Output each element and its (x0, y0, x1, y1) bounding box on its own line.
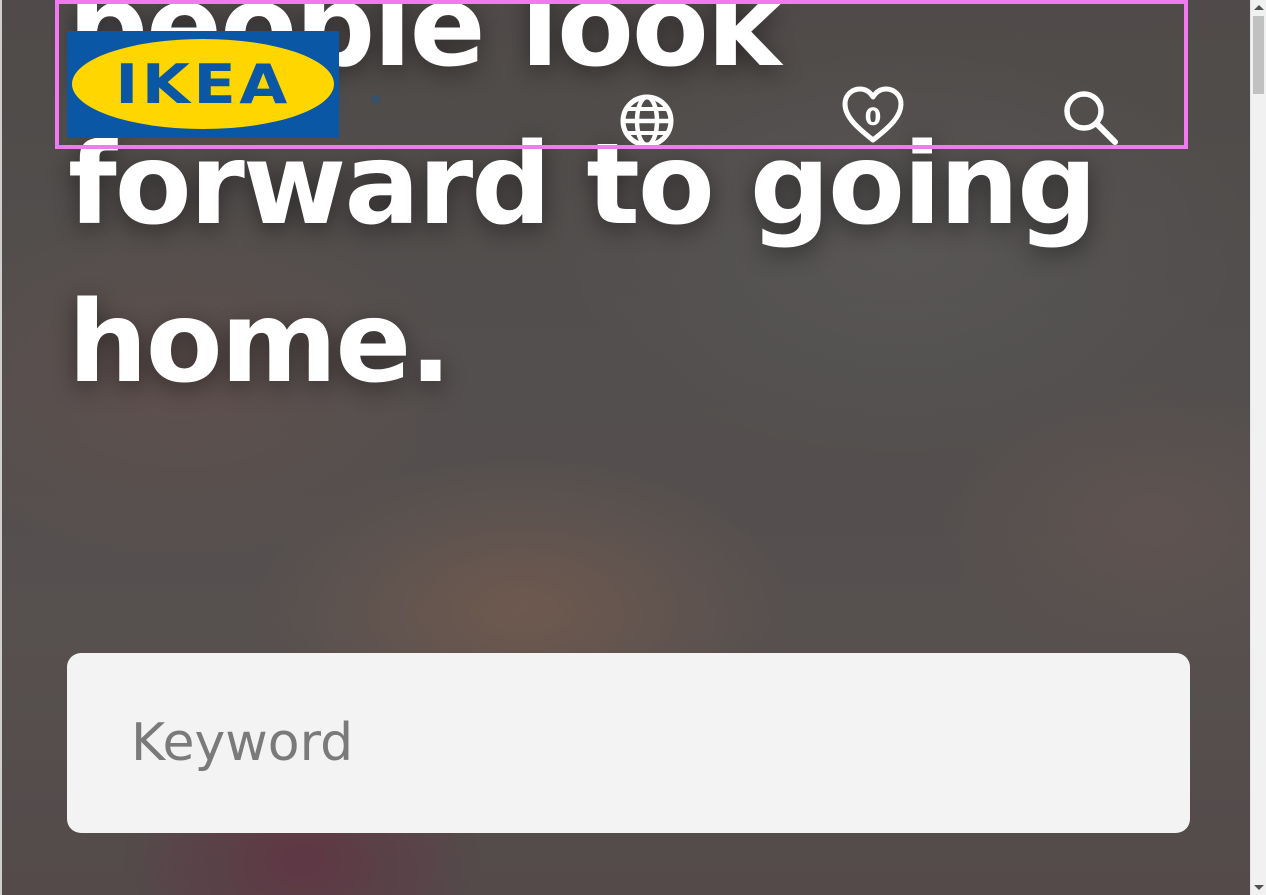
search-card (67, 653, 1190, 833)
scrollbar-thumb[interactable] (1253, 16, 1264, 94)
page-viewport: people look forward to going home. IKEA … (0, 0, 1250, 895)
scroll-up-arrow-icon[interactable] (1254, 5, 1264, 10)
hero-headline-line-3: home. (68, 278, 452, 408)
scroll-down-arrow-icon[interactable] (1254, 885, 1264, 890)
vertical-scrollbar[interactable] (1250, 0, 1266, 895)
header-highlight-box (55, 0, 1188, 149)
keyword-search-input[interactable] (67, 653, 1190, 833)
